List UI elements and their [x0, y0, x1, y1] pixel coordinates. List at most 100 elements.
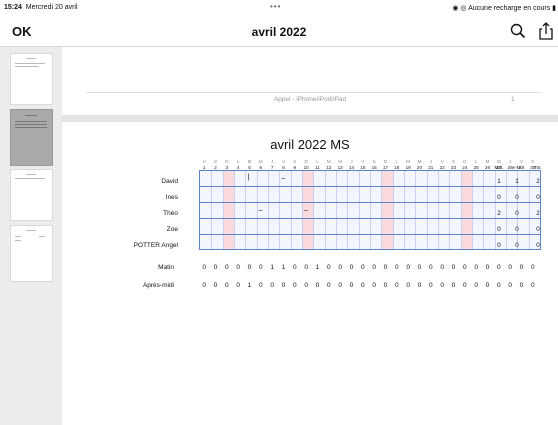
day-letter: D	[304, 159, 308, 164]
apresmidi-count: 0	[406, 282, 410, 289]
day-letter: J	[271, 159, 274, 164]
grid-column-line	[302, 171, 303, 249]
student-name[interactable]: Théo	[163, 210, 178, 217]
day-letter: D	[383, 159, 388, 164]
day-letter: S	[213, 159, 218, 164]
student-tot-count: 2	[536, 210, 540, 217]
apresmidi-count: 0	[281, 282, 286, 289]
apresmidi-count: 0	[315, 282, 320, 289]
day-letter: V	[281, 159, 286, 164]
day-letter: S	[531, 159, 535, 164]
matin-count: 0	[360, 264, 365, 271]
student-tot-count: 0	[536, 194, 540, 201]
page-thumbnail-4[interactable]	[10, 225, 53, 282]
day-letter: L	[236, 159, 240, 164]
day-letter: S	[372, 159, 376, 164]
student-am-count: 0	[515, 226, 519, 233]
student-tot-count: 0	[536, 226, 540, 233]
apresmidi-count: 0	[338, 282, 342, 289]
grid-column-line	[438, 171, 439, 249]
student-mat-count: 1	[497, 178, 501, 185]
apresmidi-count: 0	[485, 282, 490, 289]
student-tot-count: 2	[536, 178, 540, 185]
apresmidi-count: 0	[213, 282, 218, 289]
grid-column-line	[460, 171, 462, 249]
day-letter: M	[417, 159, 422, 164]
matin-count: 0	[304, 264, 308, 271]
apresmidi-count: 0	[270, 282, 274, 289]
grid-column-line	[358, 171, 360, 249]
apresmidi-count: 0	[440, 282, 444, 289]
matin-count: 0	[508, 264, 512, 271]
student-name[interactable]: Ines	[166, 194, 178, 201]
grid-column-line	[324, 171, 326, 249]
page-footer-text: Appel - iPhone/iPod/iPad	[273, 96, 347, 103]
day-letter: D	[225, 159, 229, 164]
search-icon[interactable]	[509, 22, 527, 40]
apresmidi-count: 0	[530, 282, 535, 289]
grid-column-line	[472, 171, 473, 249]
matin-count: 0	[224, 264, 229, 271]
day-letter: J	[350, 159, 353, 164]
apresmidi-count: 0	[224, 282, 229, 289]
grid-row-line	[200, 186, 540, 187]
day-letter: M	[326, 159, 331, 164]
student-name[interactable]: Zoe	[167, 226, 178, 233]
matin-count: 1	[281, 264, 286, 271]
apresmidi-count: 0	[292, 282, 297, 289]
student-am-count: 0	[515, 194, 519, 201]
apresmidi-count: 0	[383, 282, 388, 289]
absence-mark: –	[281, 175, 286, 182]
grid-column-line	[426, 171, 428, 249]
share-icon[interactable]	[537, 22, 555, 40]
apresmidi-count: 0	[394, 282, 399, 289]
day-letter: J	[509, 159, 512, 164]
matin-count: 0	[247, 264, 252, 271]
day-letter: V	[519, 159, 524, 164]
student-mat-count: 0	[497, 194, 501, 201]
absence-mark: –	[258, 207, 263, 214]
student-name[interactable]: POTTER Angel	[134, 242, 178, 249]
day-letter: L	[316, 159, 319, 164]
apresmidi-count: 0	[462, 282, 467, 289]
grid-column-line	[336, 171, 337, 249]
day-letter: M	[338, 159, 343, 164]
grid-column-line	[449, 171, 450, 249]
page-thumbnail-1[interactable]	[10, 53, 53, 105]
day-letter: S	[451, 159, 456, 164]
matin-count: 0	[462, 264, 467, 271]
grid-column-line	[313, 171, 314, 249]
student-tot-count: 0	[536, 242, 540, 249]
grid-column-line	[234, 171, 235, 249]
day-letter: M	[247, 159, 252, 164]
student-mat-count: 0	[497, 226, 501, 233]
matin-count: 0	[213, 264, 218, 271]
sunday-column	[460, 171, 472, 249]
grid-row-line	[200, 202, 540, 203]
sunday-column	[222, 171, 234, 249]
page-thumbnail-3[interactable]	[10, 169, 53, 221]
student-name[interactable]: David	[161, 178, 178, 185]
multitasking-dots[interactable]: •••	[270, 2, 281, 11]
apresmidi-count: 0	[258, 282, 263, 289]
grid-column-line	[211, 171, 212, 249]
day-letter: V	[361, 159, 365, 164]
page-title: avril 2022	[251, 25, 307, 39]
page-footer-rule	[86, 92, 541, 93]
previous-page: Appel - iPhone/iPod/iPad 1	[62, 47, 558, 115]
matin-count: 0	[451, 264, 456, 271]
page-thumbnails-sidebar	[0, 47, 63, 425]
day-letter: V	[202, 159, 206, 164]
sunday-column	[381, 171, 393, 249]
apresmidi-count: 0	[349, 282, 354, 289]
day-letter: L	[395, 159, 399, 164]
grid-column-line	[392, 171, 394, 249]
navigation-bar: OK avril 2022	[0, 16, 558, 47]
page-thumbnail-2[interactable]	[10, 109, 53, 166]
matin-count: 0	[349, 264, 354, 271]
day-letter: V	[440, 159, 444, 164]
apresmidi-count: 0	[202, 282, 206, 289]
grid-column-line	[222, 171, 224, 249]
matin-count: 0	[474, 264, 478, 271]
grid-column-line	[279, 171, 280, 249]
